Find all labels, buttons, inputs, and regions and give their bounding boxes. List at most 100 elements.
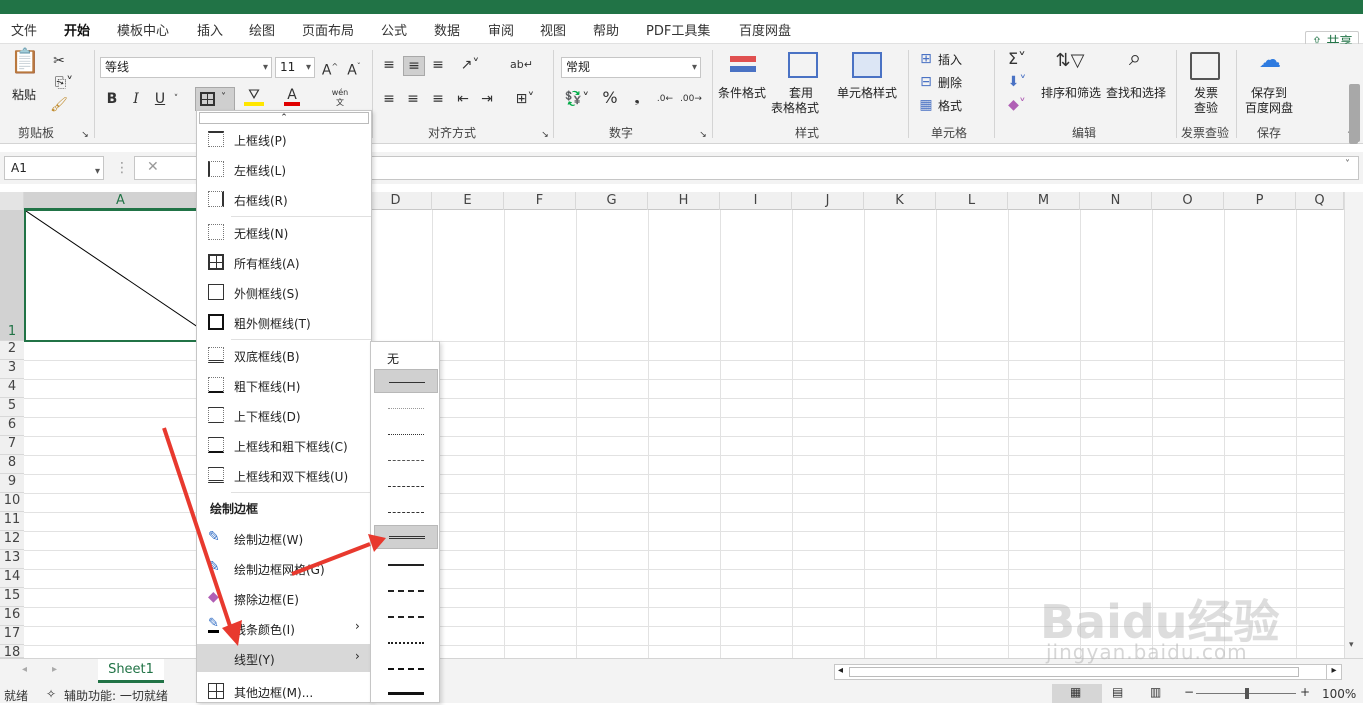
accessibility-status[interactable]: 辅助功能: 一切就绪 — [64, 687, 168, 704]
merge-center-icon[interactable]: ⊞˅ — [510, 90, 540, 108]
row-header[interactable]: 3 — [0, 360, 24, 379]
horizontal-scrollbar-thumb[interactable] — [849, 667, 1299, 677]
invoice-check-icon[interactable] — [1190, 52, 1220, 80]
line-style-option[interactable] — [374, 369, 438, 393]
dialog-launcher-icon[interactable]: ↘ — [540, 126, 550, 144]
paste-label[interactable]: 粘贴 — [12, 86, 36, 103]
tab-page-layout[interactable]: 页面布局 — [302, 20, 354, 39]
increase-decimal-icon[interactable]: .0← — [654, 90, 676, 108]
row-header[interactable]: 16 — [0, 607, 24, 626]
sort-filter-label[interactable]: 排序和筛选 — [1041, 84, 1101, 101]
column-header[interactable]: M — [1008, 192, 1080, 210]
underline-button[interactable]: U — [152, 90, 168, 108]
font-size-select[interactable]: 11 ▾ — [275, 57, 315, 78]
line-style-none[interactable]: 无 — [387, 350, 399, 367]
line-style-option[interactable] — [374, 552, 438, 576]
select-all-button[interactable] — [0, 192, 24, 210]
page-break-view-icon[interactable]: ▥ — [1150, 685, 1161, 699]
tab-insert[interactable]: 插入 — [197, 20, 223, 39]
next-sheet-icon[interactable]: ▸ — [52, 664, 57, 675]
zoom-slider-thumb[interactable] — [1245, 688, 1249, 699]
insert-cells-icon[interactable]: ⊞ — [918, 50, 934, 68]
menu-item-outside-borders[interactable]: 外侧框线(S) — [197, 278, 371, 306]
column-header[interactable]: K — [864, 192, 936, 210]
invoice-label-2[interactable]: 查验 — [1194, 99, 1218, 116]
column-header[interactable]: I — [720, 192, 792, 210]
column-header[interactable]: Q — [1296, 192, 1344, 210]
font-color-icon[interactable]: A — [284, 86, 300, 106]
clear-icon[interactable]: ◆˅ — [1004, 96, 1030, 114]
line-style-option[interactable] — [374, 422, 438, 446]
column-header[interactable]: J — [792, 192, 864, 210]
dialog-launcher-icon[interactable]: ↘ — [698, 126, 708, 144]
row-header[interactable]: 11 — [0, 512, 24, 531]
scroll-left-icon[interactable]: ◂ — [838, 665, 843, 676]
align-center-icon[interactable]: ≡ — [405, 90, 421, 108]
column-header[interactable]: G — [576, 192, 648, 210]
column-header[interactable]: H — [648, 192, 720, 210]
menu-item-thick-bottom[interactable]: 粗下框线(H) — [197, 371, 371, 399]
column-header-a[interactable]: A — [24, 192, 218, 210]
menu-item-no-border[interactable]: 无框线(N) — [197, 218, 371, 246]
menu-item-right-border[interactable]: 右框线(R) — [197, 185, 371, 213]
baidu-cloud-icon[interactable]: ☁ — [1255, 50, 1285, 72]
chevron-down-icon[interactable]: ˅ — [170, 90, 182, 108]
row-header[interactable]: 10 — [0, 493, 24, 512]
format-as-table-label-2[interactable]: 表格格式 — [771, 99, 819, 116]
line-style-option[interactable] — [374, 448, 438, 472]
sort-filter-icon[interactable]: ⇅▽ — [1055, 52, 1085, 70]
row-header[interactable]: 17 — [0, 626, 24, 645]
row-header[interactable]: 14 — [0, 569, 24, 588]
more-options-icon[interactable]: ⋮ — [115, 159, 129, 177]
menu-item-double-bottom[interactable]: 双底框线(B) — [197, 341, 371, 369]
vertical-scrollbar[interactable]: ▾ — [1344, 84, 1363, 658]
row-header[interactable]: 8 — [0, 455, 24, 474]
prev-sheet-icon[interactable]: ◂ — [22, 664, 27, 675]
horizontal-scrollbar[interactable]: ◂ — [834, 664, 1342, 680]
fill-color-icon[interactable]: ⛛ — [244, 86, 264, 106]
format-painter-icon[interactable]: 🖌 — [50, 96, 68, 114]
copy-icon[interactable]: ⎘˅ — [50, 74, 78, 92]
save-baidu-label-2[interactable]: 百度网盘 — [1245, 99, 1293, 116]
row-header-1[interactable]: 1 — [0, 210, 24, 341]
menu-item-left-border[interactable]: 左框线(L) — [197, 155, 371, 183]
cut-icon[interactable]: ✂ — [50, 52, 68, 70]
number-format-select[interactable]: 常规 ▾ — [561, 57, 701, 78]
line-style-option[interactable] — [374, 474, 438, 498]
zoom-in-icon[interactable]: + — [1300, 685, 1310, 699]
row-header[interactable]: 12 — [0, 531, 24, 550]
align-bottom-icon[interactable]: ≡ — [430, 56, 446, 74]
line-style-option[interactable] — [374, 656, 438, 680]
tab-pdf-tools[interactable]: PDF工具集 — [646, 20, 710, 39]
accessibility-icon[interactable]: ✧ — [46, 687, 56, 701]
find-select-label[interactable]: 查找和选择 — [1106, 84, 1166, 101]
row-header[interactable]: 18 — [0, 645, 24, 658]
menu-item-line-style[interactable]: 线型(Y) › — [197, 644, 371, 672]
menu-item-erase-border[interactable]: ◆ 擦除边框(E) — [197, 584, 371, 612]
vertical-scrollbar-thumb[interactable] — [1352, 84, 1360, 142]
autosum-icon[interactable]: Σ˅ — [1004, 50, 1030, 68]
menu-item-top-bottom[interactable]: 上下框线(D) — [197, 401, 371, 429]
menu-item-top-double-bottom[interactable]: 上框线和双下框线(U) — [197, 461, 371, 489]
cell-styles-icon[interactable] — [852, 52, 882, 78]
menu-item-line-color[interactable]: ✎ 线条颜色(I) › — [197, 614, 371, 642]
normal-view-button[interactable]: ▦ — [1052, 684, 1102, 703]
tab-draw[interactable]: 绘图 — [249, 20, 275, 39]
menu-item-draw-border-grid[interactable]: ✎ 绘制边框网格(G) — [197, 554, 371, 582]
find-select-icon[interactable]: ⌕ — [1120, 48, 1150, 70]
menu-item-top-border[interactable]: 上框线(P) — [197, 125, 371, 153]
page-layout-view-icon[interactable]: ▤ — [1112, 685, 1123, 699]
comma-style-icon[interactable]: ❟ — [628, 90, 646, 108]
increase-font-icon[interactable]: A^ — [320, 58, 340, 80]
increase-indent-icon[interactable]: ⇥ — [479, 90, 495, 108]
menu-item-top-thick-bottom[interactable]: 上框线和粗下框线(C) — [197, 431, 371, 459]
bold-button[interactable]: B — [104, 90, 120, 108]
line-style-option[interactable] — [374, 578, 438, 602]
zoom-out-icon[interactable]: − — [1184, 685, 1194, 699]
line-style-option-double[interactable] — [374, 525, 438, 549]
column-header[interactable]: N — [1080, 192, 1152, 210]
align-left-icon[interactable]: ≡ — [381, 90, 397, 108]
cell-styles-label[interactable]: 单元格样式 — [837, 84, 897, 101]
selected-cell-a1[interactable] — [24, 210, 220, 342]
borders-button[interactable]: ˅ — [195, 87, 235, 111]
